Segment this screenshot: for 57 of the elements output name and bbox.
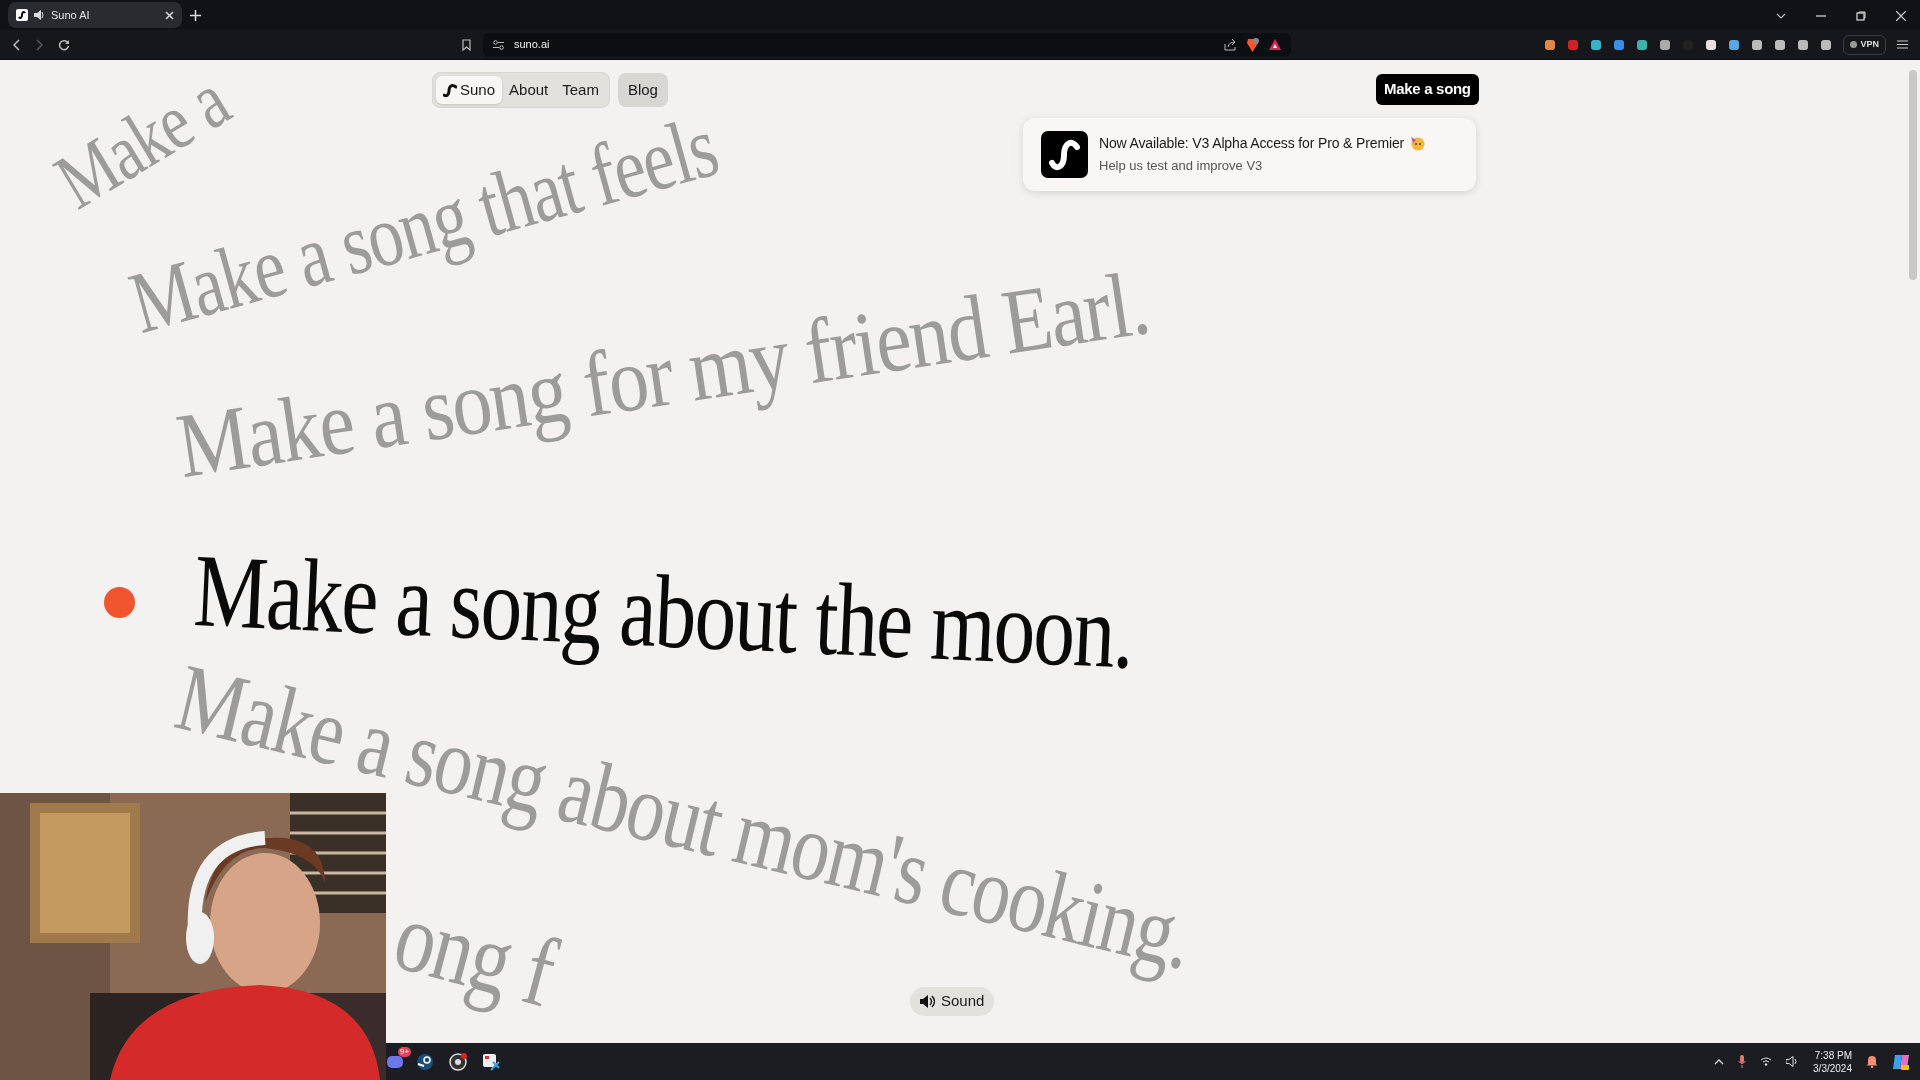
notification-title: Now Available: V3 Alpha Access for Pro & Premier bbox=[1099, 134, 1405, 154]
wifi-icon[interactable] bbox=[1760, 1057, 1773, 1066]
tab-title: Suno AI bbox=[51, 7, 91, 23]
bell-icon[interactable] bbox=[1866, 1055, 1878, 1068]
nav-tab[interactable]: Suno bbox=[436, 76, 503, 104]
restore-icon[interactable] bbox=[1856, 11, 1866, 21]
make-song-button[interactable]: Make a song bbox=[1376, 74, 1479, 105]
notification-badge: 9+ bbox=[398, 1046, 412, 1057]
prompt-text: ong f bbox=[385, 885, 565, 1024]
site-settings-icon[interactable] bbox=[493, 39, 504, 50]
notification-card[interactable]: Now Available: V3 Alpha Access for Pro & Premier Help us test and improve V3 bbox=[1023, 118, 1476, 191]
extension-icon[interactable] bbox=[1659, 38, 1672, 51]
snipping-tool-icon[interactable] bbox=[482, 1052, 501, 1071]
close-icon[interactable] bbox=[1896, 11, 1906, 21]
close-icon[interactable] bbox=[165, 10, 174, 20]
nav-tab[interactable]: Team bbox=[555, 76, 606, 104]
scrollbar-thumb[interactable] bbox=[1909, 70, 1917, 280]
sound-button[interactable]: Sound bbox=[910, 987, 995, 1016]
url-text: suno.ai bbox=[514, 37, 551, 53]
party-face-icon bbox=[1410, 136, 1426, 152]
logo-icon bbox=[443, 83, 457, 97]
microphone-icon[interactable] bbox=[1738, 1055, 1747, 1068]
menu-icon[interactable] bbox=[1897, 40, 1908, 49]
extension-icon[interactable] bbox=[1820, 38, 1833, 51]
new-tab-icon[interactable] bbox=[190, 10, 201, 21]
bookmark-icon[interactable] bbox=[462, 38, 471, 51]
notification-subtitle: Help us test and improve V3 bbox=[1099, 157, 1264, 176]
speaker-icon bbox=[920, 995, 935, 1008]
clock-time[interactable]: 7:38 PM bbox=[1814, 1048, 1852, 1062]
extension-icon[interactable] bbox=[1544, 38, 1557, 51]
chevron-down-icon[interactable] bbox=[1776, 13, 1786, 19]
address-bar[interactable]: suno.ai bbox=[483, 32, 1291, 57]
reload-icon[interactable] bbox=[58, 38, 70, 51]
volume-icon[interactable] bbox=[1786, 1056, 1800, 1067]
assistant-icon[interactable] bbox=[1892, 1052, 1910, 1071]
extension-icon[interactable] bbox=[1751, 38, 1764, 51]
extension-icon[interactable] bbox=[1774, 38, 1787, 51]
logo-icon bbox=[16, 9, 28, 21]
forward-icon[interactable] bbox=[36, 38, 44, 51]
logo-icon bbox=[1041, 131, 1088, 178]
blog-button[interactable]: Blog bbox=[617, 73, 668, 107]
clock-date[interactable]: 3/3/2024 bbox=[1813, 1061, 1852, 1075]
chevron-up-icon[interactable] bbox=[1714, 1058, 1725, 1065]
record-app-icon[interactable] bbox=[449, 1052, 468, 1071]
vpn-button[interactable]: VPN bbox=[1843, 34, 1886, 55]
back-icon[interactable] bbox=[12, 38, 20, 51]
extension-icon[interactable] bbox=[1728, 38, 1741, 51]
extension-icon[interactable] bbox=[1636, 38, 1649, 51]
extension-icon[interactable] bbox=[1797, 38, 1810, 51]
extension-icon[interactable] bbox=[1590, 38, 1603, 51]
browser-tab[interactable]: Suno AI bbox=[8, 2, 182, 28]
share-icon[interactable] bbox=[1224, 38, 1236, 51]
prompt-text: Make a bbox=[42, 60, 241, 222]
nav-tab[interactable]: About bbox=[502, 76, 556, 104]
extension-icon[interactable] bbox=[1705, 38, 1718, 51]
triangle-icon[interactable] bbox=[1269, 39, 1281, 50]
steam-icon[interactable] bbox=[416, 1052, 435, 1071]
